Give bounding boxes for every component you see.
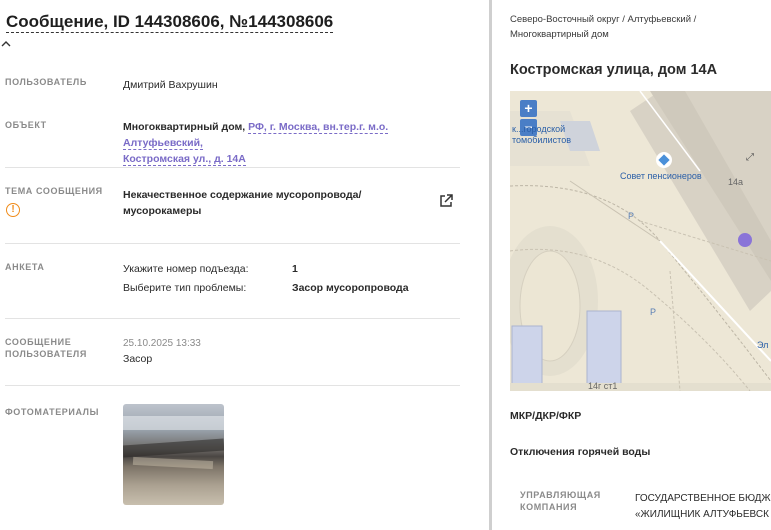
topic-line-2: мусорокамеры <box>123 205 202 217</box>
object-address-title: Костромская улица, дом 14А <box>510 62 718 78</box>
map-label-edge: Эл <box>757 340 769 350</box>
chevron-up-icon[interactable] <box>0 38 12 50</box>
message-label-line-1: Сообщение <box>5 337 72 347</box>
topic-value: Некачественное содержание мусоропровода/… <box>123 187 423 219</box>
survey-label: Анкета <box>5 262 45 272</box>
user-value: Дмитрий Вахрушин <box>123 79 218 91</box>
object-info-panel: Северо-Восточный округ / Алтуфьевский / … <box>492 0 771 530</box>
message-label: Сообщение пользователя <box>5 336 105 360</box>
map[interactable]: + − к...городской томобилистов Совет пен… <box>510 91 771 391</box>
divider <box>5 385 460 386</box>
map-parking-label: P <box>650 307 657 317</box>
uk-label-line-1: Управляющая <box>520 490 601 500</box>
map-label-poi[interactable]: Совет пенсионеров <box>620 171 702 181</box>
divider <box>5 167 460 168</box>
topic-line-1: Некачественное содержание мусоропровода/ <box>123 189 362 201</box>
object-type: Многоквартирный дом, <box>123 121 246 133</box>
map-label-school-1: к...городской <box>512 124 566 134</box>
section-hot-water[interactable]: Отключения горячей воды <box>510 446 650 458</box>
photo-highlight <box>123 416 224 430</box>
photo-detail <box>132 456 214 470</box>
map-label-building: 14г ст1 <box>588 381 618 391</box>
map-label-school-2: томобилистов <box>512 135 571 145</box>
photos-label: Фотоматериалы <box>5 407 100 417</box>
topic-label: Тема сообщения <box>5 186 103 196</box>
breadcrumb-line-1[interactable]: Северо-Восточный округ / Алтуфьевский / <box>510 14 696 25</box>
map-label-house: 14а <box>728 177 744 187</box>
management-company-value: ГОСУДАРСТВЕННОЕ БЮДЖЕ «ЖИЛИЩНИК АЛТУФЬЕВ… <box>635 491 771 523</box>
divider <box>5 318 460 319</box>
divider <box>5 243 460 244</box>
uk-value-line-1: ГОСУДАРСТВЕННОЕ БЮДЖЕ <box>635 493 771 504</box>
open-external-icon[interactable] <box>438 193 454 209</box>
photo-thumbnail[interactable] <box>123 404 224 505</box>
management-company-label: Управляющая компания <box>520 489 601 513</box>
survey-a1: 1 <box>292 263 298 275</box>
breadcrumb-line-2[interactable]: Многоквартирный дом <box>510 29 609 40</box>
object-label: Объект <box>5 120 47 130</box>
section-mkr[interactable]: МКР/ДКР/ФКР <box>510 410 581 422</box>
map-parking-label: P <box>628 211 635 221</box>
message-details-panel: Сообщение, ID 144308606, №144308606 Поль… <box>0 0 489 530</box>
survey-q2: Выберите тип проблемы: <box>123 282 247 294</box>
expand-map-icon[interactable]: ⤢ <box>746 152 754 163</box>
zoom-in-button[interactable]: + <box>520 100 537 117</box>
warning-icon: ! <box>6 203 20 217</box>
message-datetime: 25.10.2025 13:33 <box>123 338 201 349</box>
page-title: Сообщение, ID 144308606, №144308606 <box>6 12 334 33</box>
survey-a2: Засор мусоропровода <box>292 282 409 294</box>
photo-shadow <box>123 438 224 458</box>
message-label-line-2: пользователя <box>5 349 87 359</box>
survey-q1: Укажите номер подъезда: <box>123 263 249 275</box>
uk-label-line-2: компания <box>520 502 578 512</box>
object-value: Многоквартирный дом, РФ, г. Москва, вн.т… <box>123 119 463 167</box>
message-text: Засор <box>123 353 153 365</box>
breadcrumb: Северо-Восточный округ / Алтуфьевский / … <box>510 12 730 42</box>
object-address-link-line2[interactable]: Костромская ул., д. 14А <box>123 153 246 166</box>
user-label: Пользователь <box>5 77 87 87</box>
uk-value-line-2: «ЖИЛИЩНИК АЛТУФЬЕВСК <box>635 509 769 520</box>
